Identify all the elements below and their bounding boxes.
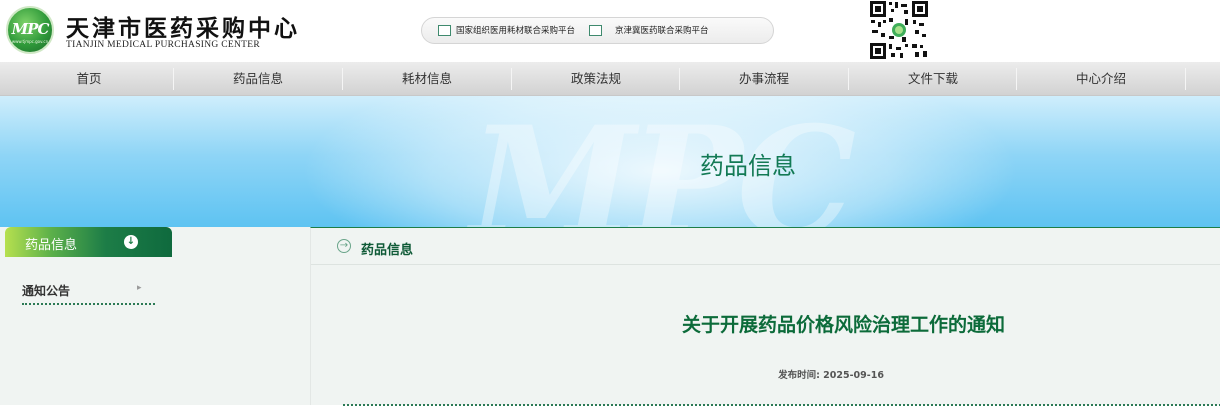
platform-link-national[interactable]: 国家组织医用耗材联合采购平台 — [438, 24, 575, 36]
page-title: 药品信息 — [700, 152, 796, 180]
arrow-down-circle-icon: ↓ — [124, 235, 138, 249]
sidebar-item-notices[interactable]: 通知公告 ▸ — [22, 282, 155, 304]
checkbox-icon — [438, 25, 451, 36]
main-nav: 首页 药品信息 耗材信息 政策法规 办事流程 文件下载 中心介绍 — [0, 62, 1220, 96]
nav-item-policy[interactable]: 政策法规 — [512, 62, 680, 96]
sidebar-divider — [22, 303, 155, 305]
sidebar-item-label: 通知公告 — [22, 284, 71, 298]
nav-item-home[interactable]: 首页 — [5, 62, 173, 96]
article-title: 关于开展药品价格风险治理工作的通知 — [681, 314, 1005, 336]
nav-item-about[interactable]: 中心介绍 — [1017, 62, 1185, 96]
platform-link-label: 国家组织医用耗材联合采购平台 — [456, 26, 576, 36]
qr-code-icon — [869, 0, 929, 60]
chevron-right-icon: ▸ — [137, 283, 142, 293]
sidebar: 药品信息 ↓ 通知公告 ▸ — [0, 227, 310, 405]
site-header: MPC www.tjmpc.gov.cn 天津市医药采购中心 TIANJIN M… — [0, 0, 1220, 62]
nav-item-drug-info[interactable]: 药品信息 — [174, 62, 342, 96]
logo-url: www.tjmpc.gov.cn — [11, 39, 49, 44]
page-banner: MPC — [0, 96, 1220, 227]
nav-item-downloads[interactable]: 文件下载 — [849, 62, 1017, 96]
site-logo[interactable]: MPC www.tjmpc.gov.cn — [6, 6, 54, 54]
org-name-cn: 天津市医药采购中心 — [66, 15, 300, 42]
platform-link-jingjinji[interactable]: 京津冀医药联合采购平台 — [589, 24, 709, 36]
content-header: → 药品信息 — [311, 228, 1220, 265]
sidebar-heading: 药品信息 ↓ — [5, 227, 172, 257]
sidebar-heading-label: 药品信息 — [25, 238, 78, 253]
article-publish-date: 发布时间: 2025-09-16 — [778, 370, 884, 381]
main-content: → 药品信息 关于开展药品价格风险治理工作的通知 发布时间: 2025-09-1… — [310, 227, 1220, 406]
nav-item-consumables[interactable]: 耗材信息 — [343, 62, 511, 96]
section-title: 药品信息 — [361, 243, 414, 258]
logo-mark: MPC — [11, 20, 50, 38]
nav-divider — [1185, 68, 1186, 90]
checkbox-icon — [589, 25, 602, 36]
arrow-right-circle-icon: → — [337, 239, 351, 253]
platform-links-bar: 国家组织医用耗材联合采购平台 京津冀医药联合采购平台 — [421, 17, 774, 44]
nav-item-procedures[interactable]: 办事流程 — [680, 62, 848, 96]
org-name-en: TIANJIN MEDICAL PURCHASING CENTER — [66, 40, 261, 50]
platform-link-label: 京津冀医药联合采购平台 — [615, 26, 709, 36]
